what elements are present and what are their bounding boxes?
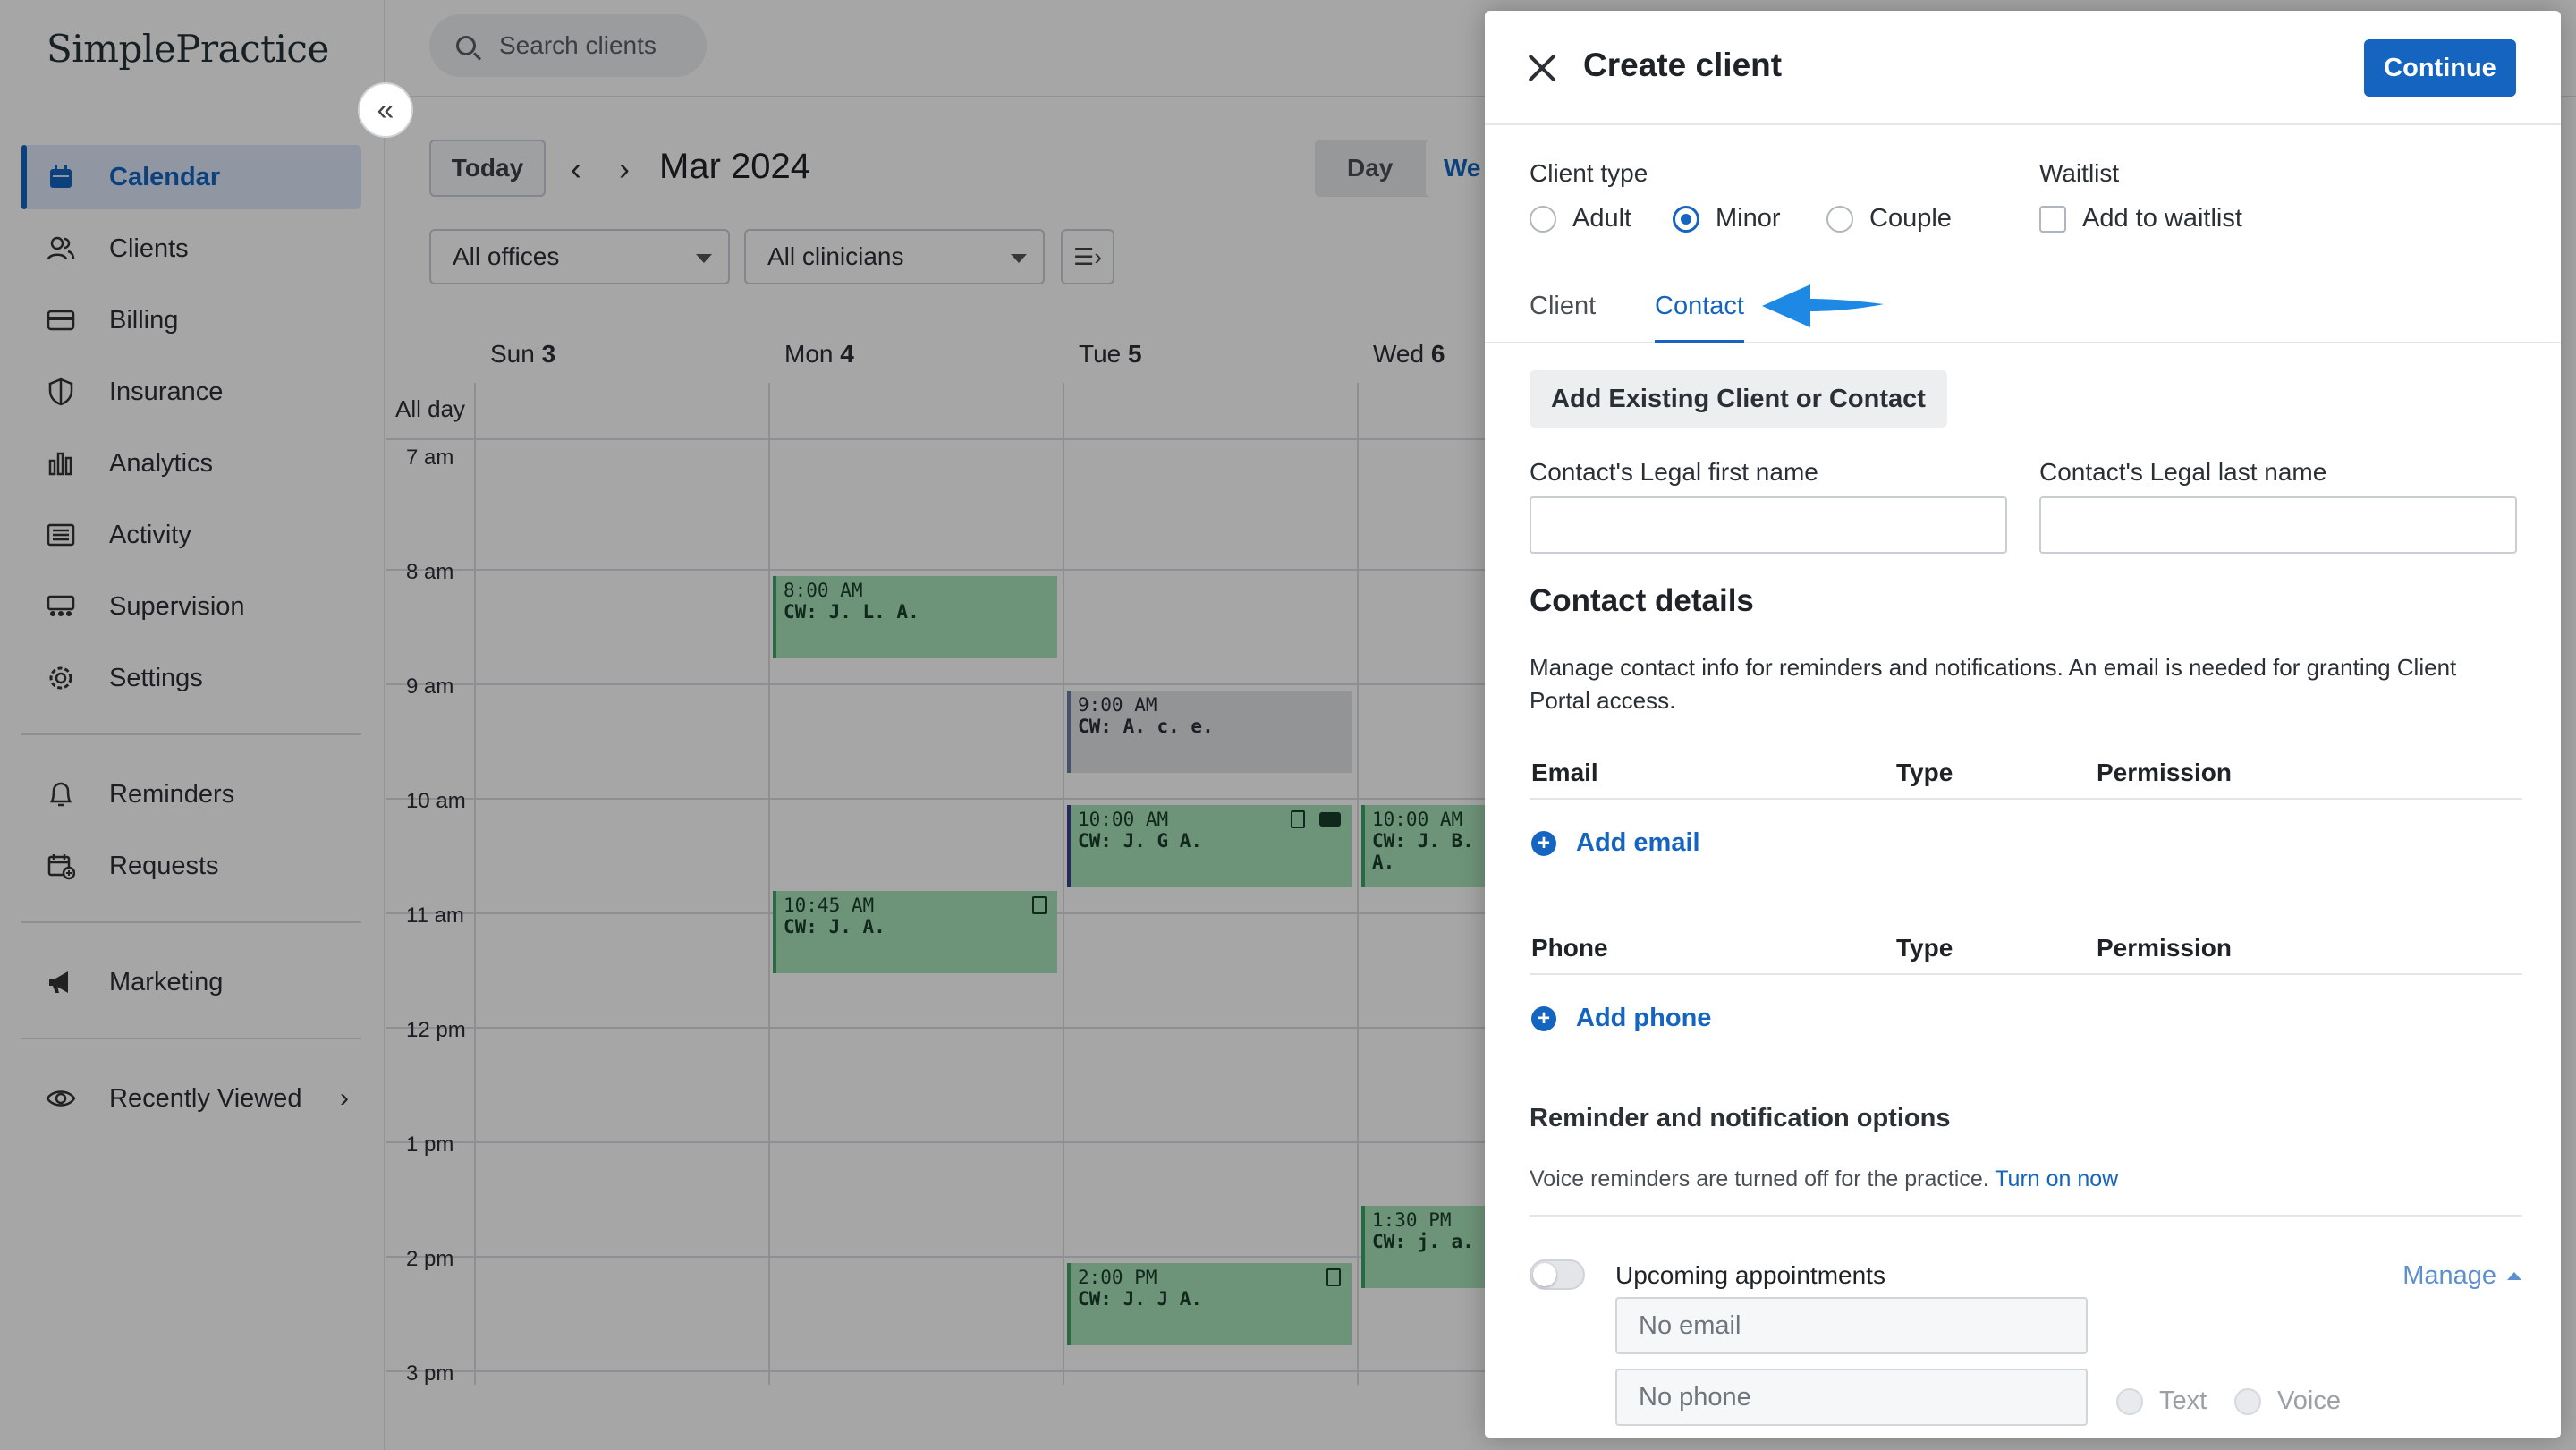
contact-last-name-input[interactable]: [2039, 496, 2517, 554]
text-radio: Text: [2116, 1386, 2207, 1416]
drawer-title: Create client: [1583, 47, 1783, 83]
client-type-couple-radio[interactable]: Couple: [1826, 204, 1952, 233]
no-phone-select: No phone: [1615, 1369, 2088, 1426]
divider: [1530, 798, 2522, 800]
client-type-label: Client type: [1530, 159, 1648, 187]
contact-first-name-input[interactable]: [1530, 496, 2007, 554]
client-type-adult-radio[interactable]: Adult: [1530, 204, 1631, 233]
collapse-sidebar-button[interactable]: «: [358, 82, 413, 138]
voice-reminder-note: Voice reminders are turned off for the p…: [1530, 1166, 2118, 1192]
add-existing-client-button[interactable]: Add Existing Client or Contact: [1530, 370, 1947, 428]
contact-details-heading: Contact details: [1530, 583, 1754, 618]
add-email-button[interactable]: + Add email: [1531, 828, 1700, 858]
phone-column-header: Phone: [1531, 934, 1608, 962]
drawer-tabs: Client Contact: [1485, 279, 2561, 343]
no-email-value: No email: [1639, 1310, 1741, 1340]
radio-circle: [1530, 205, 1556, 233]
voice-note-text: Voice reminders are turned off for the p…: [1530, 1166, 1989, 1191]
plus-circle-icon: +: [1531, 1005, 1556, 1031]
radio-label: Voice: [2277, 1386, 2341, 1415]
drawer-header: Create client Continue: [1485, 11, 2561, 125]
radio-label: Text: [2159, 1386, 2207, 1415]
radio-circle: [1826, 205, 1853, 233]
create-client-drawer: Create client Continue Client type Adult…: [1485, 11, 2561, 1438]
voice-radio: Voice: [2234, 1386, 2341, 1416]
manage-label: Manage: [2402, 1261, 2496, 1290]
radio-label: Minor: [1716, 204, 1781, 233]
add-email-label: Add email: [1576, 828, 1700, 857]
add-phone-label: Add phone: [1576, 1004, 1712, 1032]
radio-circle: [2234, 1387, 2261, 1415]
email-column-header: Email: [1531, 759, 1598, 786]
plus-circle-icon: +: [1531, 830, 1556, 856]
radio-circle: [1673, 205, 1699, 233]
tab-client[interactable]: Client: [1530, 292, 1596, 343]
client-type-minor-radio[interactable]: Minor: [1673, 204, 1781, 233]
reminder-options-heading: Reminder and notification options: [1530, 1104, 1951, 1132]
turn-on-now-link[interactable]: Turn on now: [1995, 1166, 2118, 1191]
permission-column-header: Permission: [2097, 759, 2232, 786]
waitlist-label: Waitlist: [2039, 159, 2120, 187]
manage-link[interactable]: Manage: [2402, 1261, 2521, 1291]
no-phone-value: No phone: [1639, 1382, 1751, 1412]
last-name-label: Contact's Legal last name: [2039, 458, 2327, 486]
add-to-waitlist-checkbox[interactable]: Add to waitlist: [2039, 204, 2242, 233]
checkbox-label: Add to waitlist: [2082, 204, 2242, 233]
tab-contact[interactable]: Contact: [1655, 292, 1744, 343]
contact-details-description: Manage contact info for reminders and no…: [1530, 654, 2457, 714]
radio-label: Couple: [1869, 204, 1952, 233]
upcoming-appointments-toggle[interactable]: [1530, 1259, 1585, 1290]
no-email-select: No email: [1615, 1297, 2088, 1354]
divider: [1530, 973, 2522, 975]
radio-circle: [2116, 1387, 2143, 1415]
type-column-header: Type: [1896, 934, 1953, 962]
permission-column-header: Permission: [2097, 934, 2232, 962]
divider: [1530, 1215, 2522, 1217]
first-name-label: Contact's Legal first name: [1530, 458, 1818, 486]
radio-label: Adult: [1572, 204, 1632, 233]
annotation-arrow-icon: [1762, 284, 1884, 327]
checkbox-box: [2039, 205, 2066, 233]
add-phone-button[interactable]: + Add phone: [1531, 1004, 1711, 1033]
continue-button[interactable]: Continue: [2364, 39, 2516, 97]
upcoming-appointments-label: Upcoming appointments: [1615, 1261, 1885, 1289]
type-column-header: Type: [1896, 759, 1953, 786]
close-icon[interactable]: [1524, 50, 1560, 86]
caret-up-icon: [2507, 1272, 2521, 1280]
